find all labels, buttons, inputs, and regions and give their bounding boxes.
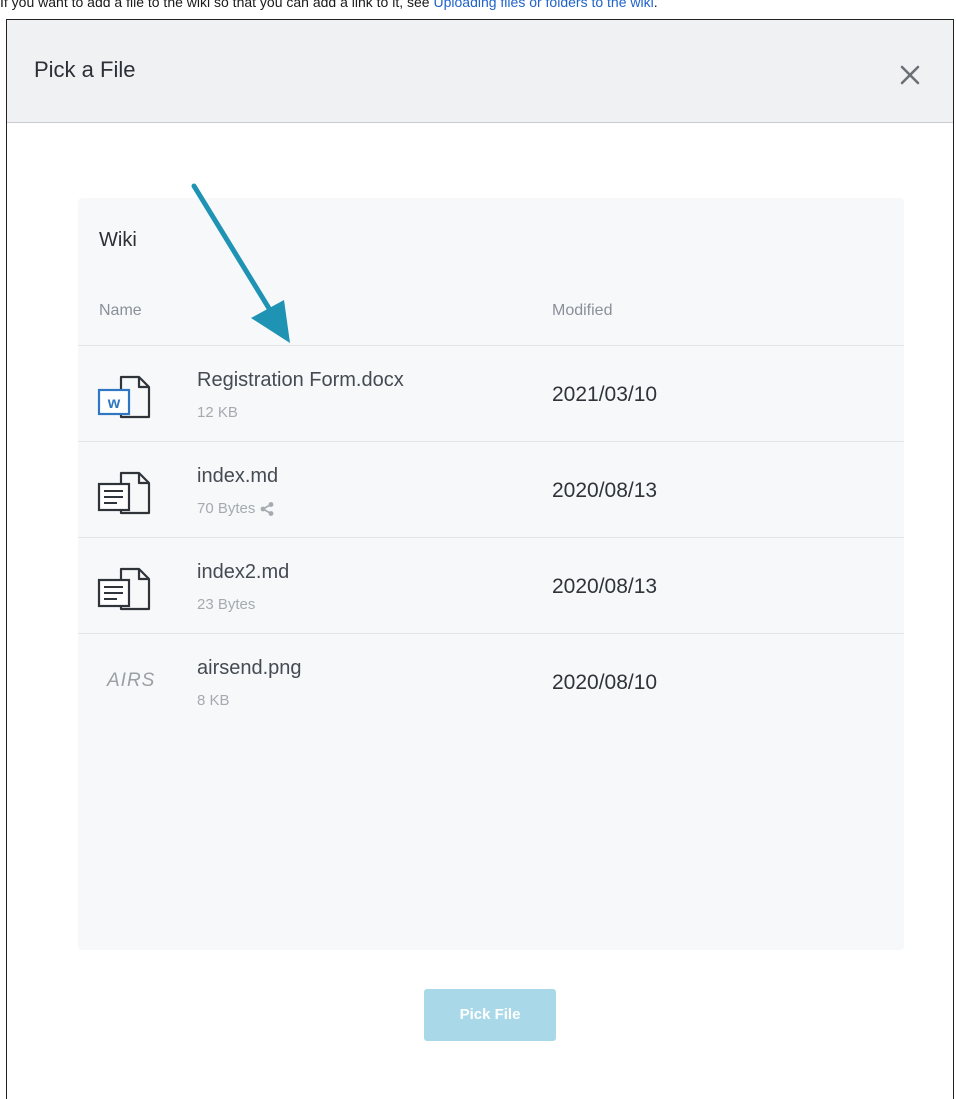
file-row-airsend-png[interactable]: AIRS airsend.png 8 KB 2020/08/10 [78,633,904,730]
file-name: index.md [197,465,279,487]
file-size-value: 8 KB [197,692,230,709]
file-row-index2-md[interactable]: index2.md 23 Bytes 2020/08/13 [78,537,904,634]
text-document-icon [97,471,151,515]
file-modified-date: 2021/03/10 [552,383,658,406]
file-size: 8 KB [197,692,230,709]
dialog-header: Pick a File [7,20,953,123]
share-icon [260,501,274,516]
dialog-title: Pick a File [34,57,136,82]
instruction-text-end: . [653,0,658,10]
svg-text:w: w [107,395,121,412]
file-row-registration-form[interactable]: w Registration Form.docx 12 KB 2021/03/1… [78,345,904,442]
file-browser-panel: Wiki Name Modified w Registration Form.d… [78,198,904,950]
file-row-index-md[interactable]: index.md 70 Bytes 2020/08/13 [78,441,904,538]
file-modified-date: 2020/08/13 [552,479,658,502]
close-icon [900,65,920,85]
pick-file-button[interactable]: Pick File [424,989,556,1041]
word-document-icon: w [97,375,151,419]
file-size: 70 Bytes [197,500,275,517]
file-size-value: 70 Bytes [197,500,256,517]
pick-file-dialog: Pick a File Wiki Name Modified w Registr… [6,19,954,1099]
file-name: index2.md [197,561,290,583]
folder-title: Wiki [99,229,137,251]
column-header-modified[interactable]: Modified [552,302,612,320]
file-size-value: 23 Bytes [197,596,256,613]
image-thumbnail: AIRS [107,670,156,691]
file-size: 23 Bytes [197,596,255,613]
upload-help-link[interactable]: Uploading files or folders to the wiki [433,0,653,10]
file-modified-date: 2020/08/10 [552,671,658,694]
file-name: Registration Form.docx [197,369,404,391]
file-name: airsend.png [197,657,302,679]
file-size-value: 12 KB [197,404,238,421]
instruction-text: If you want to add a file to the wiki so… [0,0,658,10]
column-header-name[interactable]: Name [99,302,142,320]
instruction-text-start: If you want to add a file to the wiki so… [0,0,434,10]
file-size: 12 KB [197,404,238,421]
close-button[interactable] [895,60,925,90]
text-document-icon [97,567,151,611]
file-modified-date: 2020/08/13 [552,575,658,598]
